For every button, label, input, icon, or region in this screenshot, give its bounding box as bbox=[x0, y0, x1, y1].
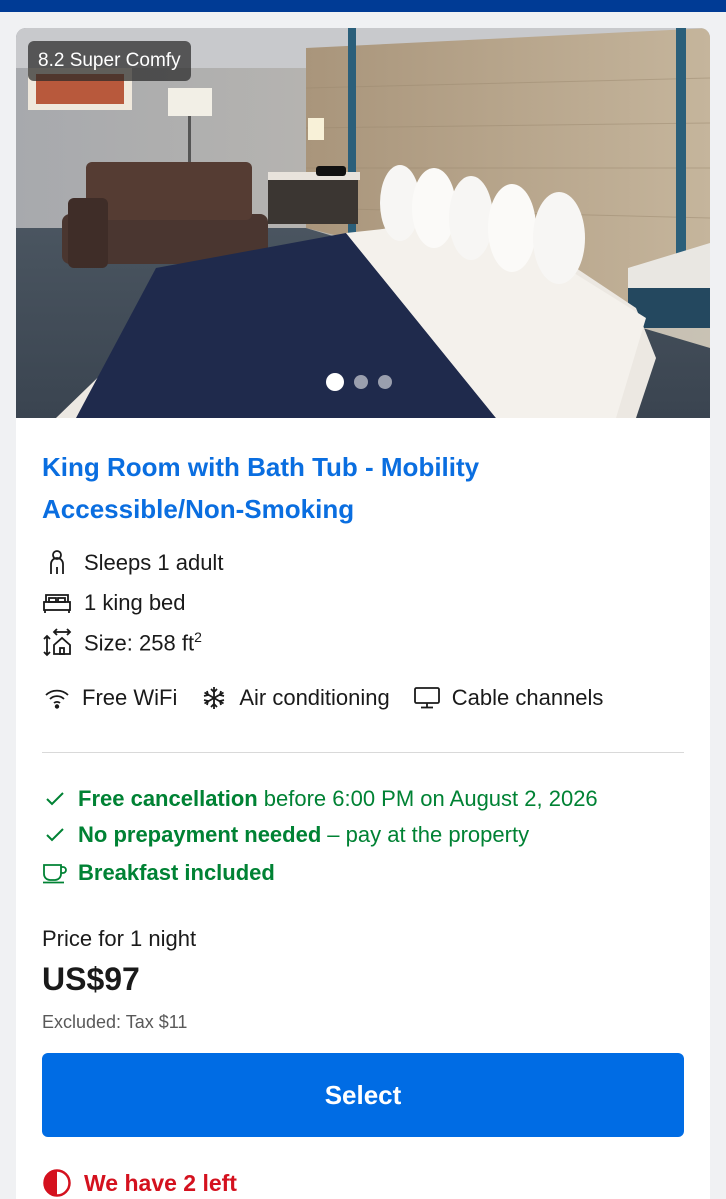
facility-wifi-label: Free WiFi bbox=[82, 685, 178, 710]
room-title-link[interactable]: King Room with Bath Tub - Mobility Acces… bbox=[42, 446, 642, 530]
size-unit-superscript: 2 bbox=[194, 629, 202, 646]
checkmark-icon bbox=[42, 786, 68, 812]
select-button[interactable]: Select bbox=[42, 1053, 684, 1137]
half-circle-alert-icon bbox=[42, 1168, 72, 1198]
top-app-bar bbox=[0, 0, 726, 12]
scarcity-label: We have 2 left bbox=[84, 1169, 237, 1196]
wifi-icon bbox=[42, 683, 72, 713]
room-title-line-1[interactable]: King Room with Bath Tub - Mobility bbox=[42, 446, 642, 488]
facility-cable: Cable channels bbox=[412, 683, 604, 713]
cancellation-deadline: before 6:00 PM on August 2, 2026 bbox=[263, 786, 598, 811]
no-prepayment-label: No prepayment needed bbox=[78, 822, 322, 847]
bed-icon bbox=[42, 588, 72, 618]
checkmark-icon bbox=[42, 822, 68, 848]
size-row: Size: 258 ft2 bbox=[42, 628, 202, 658]
breakfast-row: Breakfast included bbox=[42, 860, 275, 886]
sleeps-label: Sleeps 1 adult bbox=[84, 550, 224, 575]
breakfast-label: Breakfast included bbox=[78, 860, 275, 885]
carousel-dot-1[interactable] bbox=[326, 373, 344, 391]
room-size-icon bbox=[42, 628, 72, 658]
no-prepayment-row: No prepayment needed – pay at the proper… bbox=[42, 822, 529, 848]
rating-badge: 8.2 Super Comfy bbox=[28, 41, 191, 81]
beds-row: 1 king bed bbox=[42, 588, 186, 618]
room-photo-carousel[interactable]: 8.2 Super Comfy bbox=[16, 28, 710, 418]
size-label: Size: 258 ft2 bbox=[84, 629, 202, 656]
scarcity-message: We have 2 left bbox=[42, 1168, 237, 1198]
facility-ac-label: Air conditioning bbox=[239, 685, 390, 710]
free-cancellation-row: Free cancellation before 6:00 PM on Augu… bbox=[42, 786, 598, 812]
person-icon bbox=[42, 548, 72, 578]
carousel-dots[interactable] bbox=[326, 373, 392, 391]
free-cancellation-label: Free cancellation bbox=[78, 786, 258, 811]
room-card: 8.2 Super Comfy King Room with Bath Tub … bbox=[16, 28, 710, 1199]
beds-label: 1 king bed bbox=[84, 590, 186, 615]
carousel-dot-3[interactable] bbox=[378, 375, 392, 389]
coffee-cup-icon bbox=[42, 860, 68, 886]
size-text: Size: 258 ft bbox=[84, 630, 195, 656]
facility-wifi: Free WiFi bbox=[42, 683, 177, 713]
tv-icon bbox=[412, 683, 442, 713]
price-amount: US$97 bbox=[42, 961, 140, 997]
sleeps-row: Sleeps 1 adult bbox=[42, 548, 223, 578]
tax-note: Excluded: Tax $11 bbox=[42, 1012, 188, 1032]
carousel-dot-2[interactable] bbox=[354, 375, 368, 389]
room-photo bbox=[16, 28, 710, 418]
snowflake-icon bbox=[199, 683, 229, 713]
facilities-row: Free WiFi Air conditioning Cable channel… bbox=[42, 683, 625, 713]
facility-air-conditioning: Air conditioning bbox=[199, 683, 390, 713]
pay-at-property: – pay at the property bbox=[327, 822, 530, 847]
room-title-line-2[interactable]: Accessible/Non-Smoking bbox=[42, 488, 642, 530]
price-label: Price for 1 night bbox=[42, 926, 197, 951]
divider bbox=[42, 752, 684, 753]
facility-cable-label: Cable channels bbox=[451, 685, 604, 710]
